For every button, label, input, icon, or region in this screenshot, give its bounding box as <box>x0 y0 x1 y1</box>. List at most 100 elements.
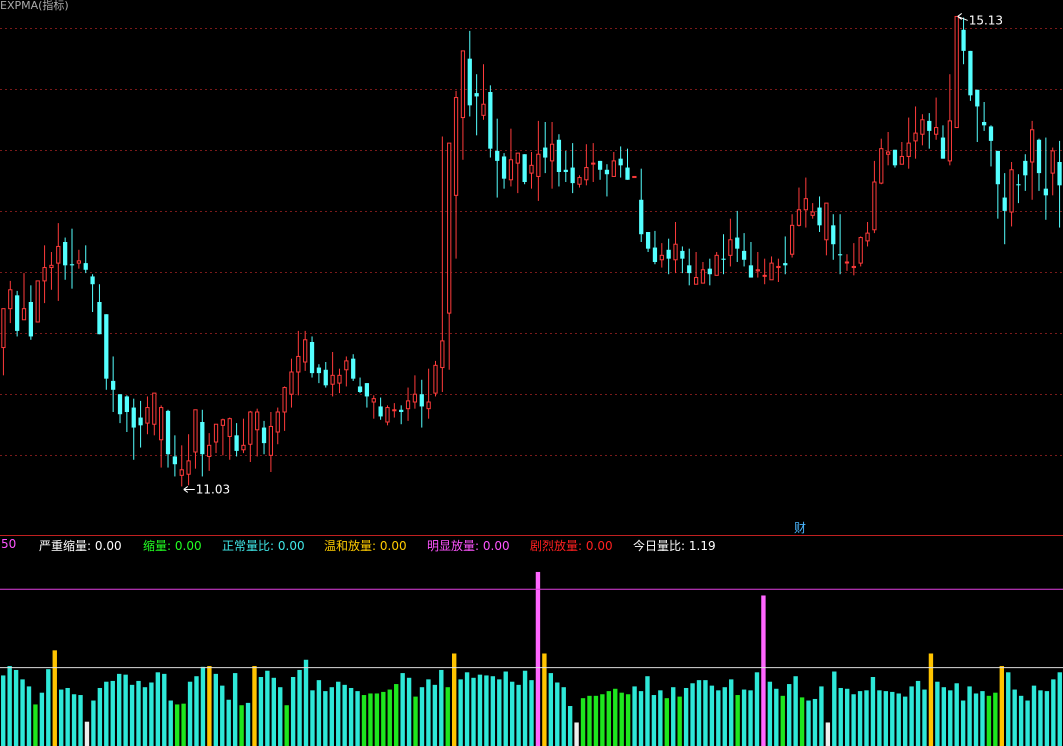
candle <box>536 120 541 201</box>
volume-bar <box>580 698 586 746</box>
candle <box>28 285 33 340</box>
candle-body <box>940 137 946 159</box>
candle <box>1036 138 1042 191</box>
candle <box>419 379 424 428</box>
volume-bar <box>1025 700 1030 746</box>
candle <box>138 400 143 448</box>
volume-bar <box>213 673 219 746</box>
candle <box>858 236 863 267</box>
candle <box>872 160 877 234</box>
volume-bar <box>323 691 328 746</box>
volume-bar <box>967 686 972 746</box>
volume-bar <box>464 672 470 746</box>
volume-bar <box>278 687 283 746</box>
candle-body <box>447 142 452 314</box>
candle-body <box>625 167 630 180</box>
candle-body <box>303 339 308 363</box>
volume-bar <box>619 692 624 746</box>
candle-body <box>440 340 445 369</box>
volume-bar <box>690 683 695 746</box>
volume-bar <box>368 693 373 746</box>
candle-body <box>69 264 75 266</box>
candle-body <box>234 435 239 451</box>
volume-bar <box>78 695 83 746</box>
volume-bar <box>948 690 953 746</box>
volume-bar <box>432 684 438 746</box>
candle-body <box>15 295 20 331</box>
volume-bar <box>774 688 779 746</box>
candle-body <box>8 289 13 310</box>
candle <box>453 90 459 259</box>
volume-bar <box>252 666 257 746</box>
candle-body <box>632 175 637 179</box>
volume-bar <box>883 691 889 746</box>
candle <box>117 394 123 424</box>
candle-body <box>707 268 712 275</box>
candle <box>680 246 685 274</box>
candle-body <box>837 254 843 256</box>
candle <box>529 152 534 189</box>
candle-body <box>1036 139 1042 174</box>
candle <box>234 423 239 457</box>
candle <box>76 249 81 269</box>
volume-bar <box>26 686 32 746</box>
candle-body <box>207 444 212 457</box>
candle <box>316 364 322 384</box>
candle <box>179 445 184 487</box>
candle-body <box>982 122 987 126</box>
legend-normal: 正常量比: 0.00 <box>222 539 305 553</box>
candle-body <box>56 245 61 264</box>
volume-bar <box>696 680 702 746</box>
candle-body <box>337 374 342 384</box>
candle <box>49 252 54 290</box>
candle <box>275 407 280 445</box>
volume-bar <box>677 696 682 746</box>
candle <box>803 177 808 228</box>
candle-body <box>200 422 205 455</box>
candle <box>344 356 349 387</box>
high-price-label: 15.13 <box>969 13 1003 27</box>
candle <box>892 149 898 168</box>
volume-bar <box>703 680 708 746</box>
candle <box>748 242 754 278</box>
candle <box>378 397 383 420</box>
candle <box>940 125 946 159</box>
candle-body <box>508 159 514 181</box>
candle <box>481 64 486 120</box>
volume-bar <box>954 683 959 746</box>
volume-bar <box>555 682 560 746</box>
candle-body <box>892 149 898 166</box>
candle <box>8 280 13 324</box>
candle <box>735 210 740 262</box>
candle <box>728 218 733 267</box>
candle <box>124 395 130 432</box>
candle <box>755 252 760 278</box>
volume-bar <box>303 659 309 746</box>
candle-body <box>131 407 136 428</box>
candle-body <box>111 380 116 390</box>
candle <box>851 243 856 276</box>
candle <box>364 383 370 408</box>
candle <box>968 50 973 101</box>
finance-badge[interactable]: 财 <box>794 519 806 536</box>
candle-body <box>803 198 808 211</box>
candle <box>351 354 356 381</box>
candle <box>1050 147 1055 196</box>
candle <box>460 50 466 160</box>
candle <box>556 134 562 187</box>
volume-bar <box>265 670 270 746</box>
volume-bar <box>284 705 289 746</box>
candle <box>90 274 95 312</box>
volume-bar <box>645 676 650 746</box>
candle <box>563 150 568 182</box>
candle <box>721 234 726 275</box>
volume-bar <box>671 687 676 746</box>
candle <box>309 336 315 378</box>
volume-legend: 50 严重缩量: 0.00 缩量: 0.00 正常量比: 0.00 温和放量: … <box>0 536 1063 554</box>
candle-body <box>289 371 294 395</box>
candle-body <box>714 254 719 276</box>
volume-bar <box>207 666 212 746</box>
candle <box>879 138 884 185</box>
candle <box>35 280 40 323</box>
candle <box>296 330 301 396</box>
